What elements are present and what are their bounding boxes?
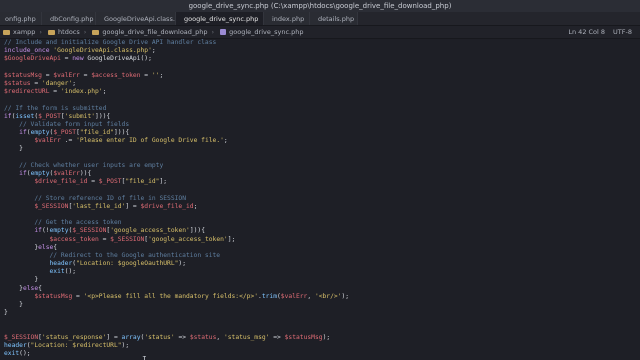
code-line[interactable]: header("Location: $redirectURL"); [0,342,640,350]
code-editor[interactable]: // Include and initialize Google Drive A… [0,39,640,360]
cursor-position[interactable]: Ln 42 Col 8 [568,28,605,36]
tab-label: onfig.php [5,14,36,23]
window-title: google_drive_sync.php (C:\xampp\htdocs\g… [0,0,640,12]
tab-label: details.php [318,14,355,23]
code-line[interactable]: $drive_file_id = $_POST["file_id"]; [0,178,640,186]
text-cursor-icon: I [142,355,147,360]
code-line[interactable]: }else{ [0,244,640,252]
tab-google-drive-sync[interactable]: google_drive_sync.php × [176,12,264,25]
code-line[interactable]: header("Location: $googleOauthURL"); [0,260,640,268]
code-line[interactable]: include_once 'GoogleDriveApi.class.php'; [0,47,640,55]
breadcrumb-label: xampp [13,28,36,36]
breadcrumb-item[interactable]: htdocs › [45,28,89,36]
encoding-indicator[interactable]: UTF-8 [613,28,632,36]
chevron-right-icon: › [39,28,43,36]
code-line[interactable]: // Store reference ID of file in SESSION [0,195,640,203]
code-line[interactable]: // If the form is submitted [0,105,640,113]
code-line[interactable]: } [0,145,640,153]
tab-label: google_drive_sync.php [184,14,259,23]
code-line[interactable] [0,326,640,334]
tab-label: dbConfig.php [50,14,94,23]
code-line[interactable]: if(isset($_POST['submit'])){ [0,113,640,121]
breadcrumb-item[interactable]: google_drive_file_download_php › [89,28,217,36]
code-line[interactable]: $redirectURL = 'index.php'; [0,88,640,96]
breadcrumb-label: google_drive_sync.php [229,28,304,36]
code-line[interactable] [0,154,640,162]
folder-icon [3,29,10,35]
code-line[interactable] [0,317,640,325]
tab-googledriveapi[interactable]: GoogleDriveApi.class.php [96,12,176,25]
breadcrumb: xampp › htdocs › google_drive_file_downloa… [0,26,640,39]
tab-details[interactable]: details.php [310,12,358,25]
code-line[interactable]: }else{ [0,285,640,293]
breadcrumb-item[interactable]: xampp › [0,28,45,36]
code-line[interactable]: } [0,276,640,284]
code-line[interactable]: if(empty($valErr)){ [0,170,640,178]
folder-icon [92,29,100,35]
code-line[interactable]: $status = 'danger'; [0,80,640,88]
code-line[interactable]: $statusMsg = '<p>Please fill all the man… [0,293,640,301]
breadcrumb-label: htdocs [58,28,80,36]
chevron-right-icon: › [211,28,215,36]
code-line[interactable]: $statusMsg = $valErr = $access_token = '… [0,72,640,80]
code-line[interactable]: // Validate form input fields [0,121,640,129]
php-file-icon [220,29,227,35]
tab-bar: onfig.php dbConfig.php GoogleDriveApi.cl… [0,12,640,26]
tab-config[interactable]: onfig.php [0,12,42,25]
code-line[interactable]: } [0,309,640,317]
breadcrumb-label: google_drive_file_download_php [102,28,208,36]
code-line[interactable] [0,64,640,72]
code-line[interactable]: exit(); [0,350,640,358]
tab-label: GoogleDriveApi.class.php [104,14,175,23]
tab-index[interactable]: index.php [264,12,310,25]
code-line[interactable]: } [0,301,640,309]
code-line[interactable]: if(empty($_POST["file_id"])){ [0,129,640,137]
code-line[interactable]: // Redirect to the Google authentication… [0,252,640,260]
folder-icon [48,29,56,35]
code-line[interactable]: // Get the access token [0,219,640,227]
code-line[interactable]: // Include and initialize Google Drive A… [0,39,640,47]
code-line[interactable]: $access_token = $_SESSION['google_access… [0,236,640,244]
status-bar: Ln 42 Col 8 UTF-8 [568,26,640,38]
code-line[interactable]: $_SESSION['status_response'] = array('st… [0,334,640,342]
code-lines: // Include and initialize Google Drive A… [0,39,640,358]
code-line[interactable] [0,211,640,219]
tab-label: index.php [272,14,305,23]
code-line[interactable]: $valErr .= 'Please enter ID of Google Dr… [0,137,640,145]
chevron-right-icon: › [83,28,87,36]
code-line[interactable] [0,96,640,104]
code-line[interactable]: $_SESSION['last_file_id'] = $drive_file_… [0,203,640,211]
tab-dbconfig[interactable]: dbConfig.php [42,12,96,25]
code-line[interactable]: if(!empty($_SESSION['google_access_token… [0,227,640,235]
code-line[interactable]: $GoogleDriveApi = new GoogleDriveApi(); [0,55,640,63]
code-line[interactable] [0,186,640,194]
code-line[interactable]: // Check whether user inputs are empty [0,162,640,170]
code-line[interactable]: exit(); [0,268,640,276]
breadcrumb-item[interactable]: google_drive_sync.php [217,28,306,36]
